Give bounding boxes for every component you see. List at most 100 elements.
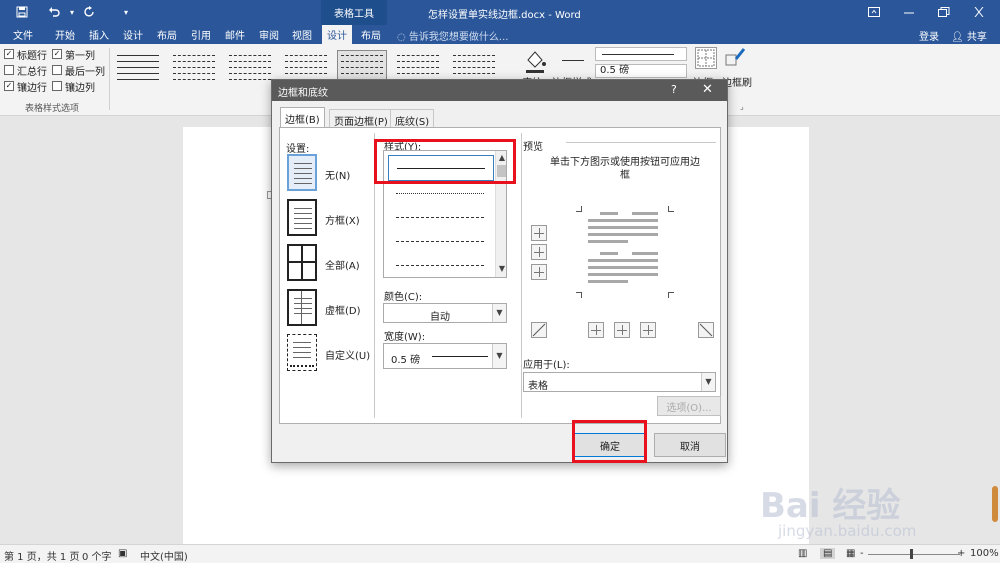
setting-none-icon[interactable] bbox=[287, 154, 317, 191]
style-item-single-line[interactable] bbox=[388, 155, 494, 181]
scroll-up-icon[interactable]: ▲ bbox=[496, 153, 506, 163]
zoom-out-button[interactable]: - bbox=[860, 548, 864, 559]
setting-all-icon[interactable] bbox=[287, 244, 317, 281]
checkbox-checked-icon[interactable]: ✓ bbox=[52, 49, 62, 59]
bottom-border-icon[interactable] bbox=[531, 264, 547, 280]
tab-shading[interactable]: 底纹(S) bbox=[390, 109, 435, 128]
line-width-dropdown[interactable]: 0.5 磅 bbox=[595, 64, 687, 78]
scroll-down-icon[interactable]: ▼ bbox=[496, 264, 506, 274]
option-first-column[interactable]: ✓ 第一列 bbox=[52, 47, 95, 62]
inside-vertical-border-icon[interactable] bbox=[614, 322, 630, 338]
setting-custom-icon[interactable] bbox=[287, 334, 317, 371]
tab-page-border[interactable]: 页面边框(P) bbox=[329, 109, 393, 128]
setting-all-label[interactable]: 全部(A) bbox=[325, 257, 360, 272]
left-border-icon[interactable] bbox=[588, 322, 604, 338]
tab-layout[interactable]: 布局 bbox=[157, 25, 177, 44]
read-mode-icon[interactable]: ▥ bbox=[798, 548, 807, 559]
print-layout-icon[interactable]: ▤ bbox=[820, 548, 836, 559]
side-scroll-indicator[interactable] bbox=[992, 486, 998, 522]
close-icon[interactable] bbox=[968, 3, 990, 21]
chevron-down-icon[interactable]: ▼ bbox=[701, 373, 715, 391]
inside-horizontal-border-icon[interactable] bbox=[531, 244, 547, 260]
top-border-icon[interactable] bbox=[531, 225, 547, 241]
border-preview[interactable] bbox=[576, 206, 674, 298]
option-banded-rows[interactable]: ✓ 镶边行 bbox=[4, 79, 47, 94]
tab-mailings[interactable]: 邮件 bbox=[225, 25, 245, 44]
options-button[interactable]: 选项(O)... bbox=[657, 396, 721, 416]
word-count[interactable]: 0 个字 bbox=[82, 548, 112, 563]
undo-icon[interactable] bbox=[46, 4, 62, 20]
option-last-column[interactable]: 最后一列 bbox=[52, 63, 105, 78]
tab-insert[interactable]: 插入 bbox=[89, 25, 109, 44]
apply-to-dropdown[interactable]: 表格 ▼ bbox=[523, 372, 716, 392]
style-item-dotted[interactable] bbox=[388, 179, 494, 205]
dialog-launcher-icon[interactable]: ⌟ bbox=[740, 102, 744, 111]
undo-dropdown-icon[interactable]: ▾ bbox=[64, 4, 80, 20]
language[interactable]: 中文(中国) bbox=[140, 548, 188, 563]
setting-grid-icon[interactable] bbox=[287, 289, 317, 326]
setting-grid-label[interactable]: 虚框(D) bbox=[325, 302, 361, 317]
line-style-dropdown[interactable] bbox=[595, 47, 687, 61]
option-total-row[interactable]: 汇总行 bbox=[4, 63, 47, 78]
login-link[interactable]: 登录 bbox=[919, 28, 939, 43]
right-border-icon[interactable] bbox=[640, 322, 656, 338]
chevron-down-icon[interactable]: ▼ bbox=[492, 304, 506, 322]
ribbon-display-icon[interactable] bbox=[863, 3, 885, 21]
style-item-fine-dashed[interactable] bbox=[388, 203, 494, 229]
tab-view[interactable]: 视图 bbox=[292, 25, 312, 44]
checkbox-checked-icon[interactable]: ✓ bbox=[4, 49, 14, 59]
zoom-in-button[interactable]: + bbox=[957, 548, 965, 559]
tab-file[interactable]: 文件 bbox=[13, 25, 33, 44]
checkbox-checked-icon[interactable]: ✓ bbox=[4, 81, 14, 91]
setting-custom-label[interactable]: 自定义(U) bbox=[325, 347, 370, 362]
zoom-slider[interactable] bbox=[868, 554, 960, 555]
diagonal-down-border-icon[interactable] bbox=[698, 322, 714, 338]
share-button[interactable]: 👤︎ 共享 bbox=[951, 28, 987, 43]
border-style-list[interactable]: ▲ ▼ bbox=[383, 150, 507, 278]
tell-me-search[interactable]: ◌ 告诉我您想要做什么... bbox=[397, 28, 508, 43]
checkbox-icon[interactable] bbox=[52, 65, 62, 75]
chevron-down-icon[interactable]: ▼ bbox=[492, 344, 506, 368]
restore-icon[interactable] bbox=[933, 3, 955, 21]
width-dropdown[interactable]: 0.5 磅 ▼ bbox=[383, 343, 507, 369]
scroll-thumb[interactable] bbox=[497, 165, 506, 177]
checkbox-icon[interactable] bbox=[52, 81, 62, 91]
table-style-thumbnail[interactable] bbox=[225, 50, 275, 88]
diagonal-up-border-icon[interactable] bbox=[531, 322, 547, 338]
tab-review[interactable]: 审阅 bbox=[259, 25, 279, 44]
ok-button[interactable]: 确定 bbox=[574, 433, 646, 457]
option-banded-columns[interactable]: 镶边列 bbox=[52, 79, 95, 94]
web-layout-icon[interactable]: ▦ bbox=[846, 548, 855, 559]
table-style-thumbnail[interactable] bbox=[113, 50, 163, 88]
help-icon[interactable]: ? bbox=[671, 83, 677, 96]
proofing-icon[interactable]: ▣ bbox=[118, 548, 127, 559]
border-style-line-icon[interactable] bbox=[562, 60, 584, 61]
setting-none-label[interactable]: 无(N) bbox=[325, 167, 350, 182]
table-style-thumbnail[interactable] bbox=[169, 50, 219, 88]
page-count[interactable]: 第 1 页，共 1 页 bbox=[4, 548, 79, 563]
save-icon[interactable] bbox=[14, 4, 30, 20]
borders-icon[interactable] bbox=[695, 47, 717, 69]
tab-table-layout[interactable]: 布局 bbox=[361, 25, 381, 44]
option-header-row[interactable]: ✓ 标题行 bbox=[4, 47, 47, 62]
tab-references[interactable]: 引用 bbox=[191, 25, 211, 44]
minimize-icon[interactable] bbox=[898, 3, 920, 21]
style-item-dashed[interactable] bbox=[388, 227, 494, 253]
checkbox-icon[interactable] bbox=[4, 65, 14, 75]
zoom-slider-thumb[interactable] bbox=[910, 549, 913, 559]
style-list-scrollbar[interactable]: ▲ ▼ bbox=[495, 151, 506, 277]
zoom-level[interactable]: 100% bbox=[970, 548, 999, 559]
redo-icon[interactable] bbox=[82, 4, 98, 20]
tab-home[interactable]: 开始 bbox=[55, 25, 75, 44]
setting-box-label[interactable]: 方框(X) bbox=[325, 212, 360, 227]
tab-design[interactable]: 设计 bbox=[123, 25, 143, 44]
dialog-close-icon[interactable]: ✕ bbox=[702, 82, 713, 97]
color-dropdown[interactable]: 自动 ▼ bbox=[383, 303, 507, 323]
style-item-dash-dot[interactable] bbox=[388, 251, 494, 277]
cancel-button[interactable]: 取消 bbox=[654, 433, 726, 457]
setting-box-icon[interactable] bbox=[287, 199, 317, 236]
tab-table-design[interactable]: 设计 bbox=[322, 25, 352, 44]
border-painter-icon[interactable] bbox=[724, 47, 746, 69]
chevron-down-icon[interactable]: ▾ bbox=[118, 4, 134, 20]
tab-borders[interactable]: 边框(B) bbox=[280, 107, 325, 128]
